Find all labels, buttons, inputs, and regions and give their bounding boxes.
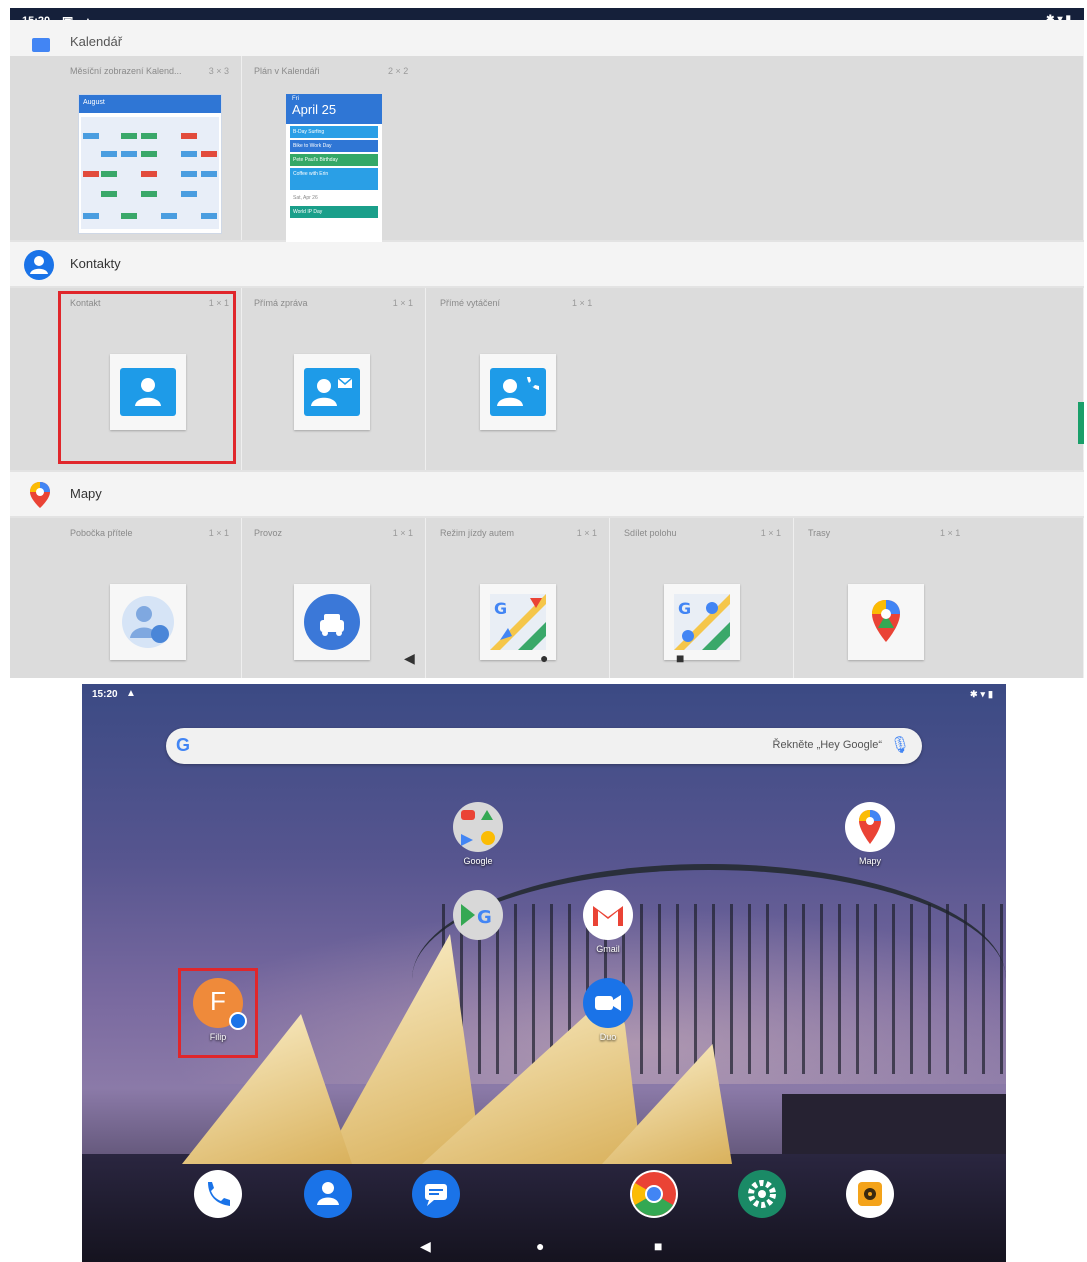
widget-size: 1 × 1 [576, 528, 597, 538]
widget-name: Měsíční zobrazení Kalend... [70, 66, 182, 76]
settings-app[interactable] [732, 1170, 792, 1218]
scrollbar-thumb[interactable] [1078, 402, 1084, 444]
widget-name: Trasy [808, 528, 831, 538]
contacts-section-title: Kontakty [70, 256, 121, 271]
agenda-event: Pete Paul's Birthday [290, 154, 378, 166]
widget-size: 1 × 1 [392, 298, 413, 308]
recents-button[interactable]: ■ [654, 1238, 662, 1254]
play-google-folder-icon: G [453, 890, 503, 940]
messages-icon [412, 1170, 460, 1218]
phone-icon [194, 1170, 242, 1218]
microphone-icon[interactable]: 🎙 [890, 735, 910, 755]
page: 15:20 ▣ ▲ ✱▾▮ Kalendář Měsíční zobrazení… [0, 0, 1087, 1262]
google-search-bar[interactable]: G Řekněte „Hey Google“ 🎙 [166, 728, 922, 764]
maps-pin-icon [30, 482, 50, 513]
google-folder-icon [453, 802, 503, 852]
agenda-date-divider: Sat, Apr 26 [290, 192, 378, 204]
contacts-section-header: Kontakty [10, 242, 1084, 286]
calendar-section-title: Kalendář [70, 34, 123, 49]
widget-size: 1 × 1 [392, 528, 413, 538]
maps-section-header: Mapy [10, 472, 1084, 516]
status-right-icons: ✱▾▮ [969, 689, 996, 699]
maps-app[interactable]: Mapy [840, 802, 900, 866]
widget-size: 1 × 1 [940, 528, 961, 538]
recents-button[interactable]: ■ [676, 650, 684, 666]
agenda-event: Coffee with Erin [290, 168, 378, 190]
widget-name: Plán v Kalendáři [254, 66, 320, 76]
play-google-folder[interactable]: G [448, 890, 508, 940]
svg-text:G: G [477, 907, 492, 928]
status-time: 15:20 [92, 689, 118, 700]
widget-size: 1 × 1 [208, 528, 229, 538]
widget-name: Přímé vytáčení [440, 298, 501, 308]
calendar-section-header: Kalendář [10, 20, 1084, 56]
wallpaper-bridge-lattice [442, 904, 1006, 1074]
widget-cell-direct-dial[interactable]: Přímé vytáčení 1 × 1 [426, 288, 1084, 470]
agenda-header: Fri April 25 [286, 94, 382, 124]
highlight-box-contact-shortcut [178, 968, 258, 1058]
app-label: Google [463, 856, 493, 866]
calendar-month-preview: August [78, 94, 222, 234]
direct-message-widget-icon [294, 354, 370, 430]
google-logo-icon: G [176, 735, 191, 755]
chrome-app[interactable] [624, 1170, 684, 1218]
month-grid [81, 117, 219, 229]
agenda-date: April 25 [292, 102, 337, 117]
svg-text:G: G [494, 599, 507, 618]
settings-icon [738, 1170, 786, 1218]
widget-size: 3 × 3 [208, 66, 229, 76]
music-icon [846, 1170, 894, 1218]
navigation-bar: ◀ ● ■ [82, 1232, 1006, 1262]
widget-picker-screen: 15:20 ▣ ▲ ✱▾▮ Kalendář Měsíční zobrazení… [10, 8, 1084, 678]
app-label: Mapy [858, 856, 881, 866]
home-button[interactable]: ● [536, 1238, 544, 1254]
back-button[interactable]: ◀ [404, 650, 415, 667]
svg-text:G: G [678, 599, 691, 618]
app-label: Duo [599, 1032, 617, 1042]
status-bar: 15:20 ▲ ✱▾▮ [82, 684, 1006, 706]
duo-video-icon [583, 978, 633, 1028]
search-hint: Řekněte „Hey Google“ [772, 739, 882, 751]
direct-dial-widget-icon [480, 354, 556, 430]
agenda-event: Bike to Work Day [290, 140, 378, 152]
calendar-agenda-preview: Fri April 25 B-Day Surfing Bike to Work … [286, 94, 382, 242]
navigation-bar: ◀ ● ■ [10, 640, 1084, 678]
agenda-event: World IP Day [290, 206, 378, 218]
gmail-icon [583, 890, 633, 940]
gmail-app[interactable]: Gmail [578, 890, 638, 954]
maps-section-title: Mapy [70, 486, 102, 501]
phone-app[interactable] [188, 1170, 248, 1218]
widget-name: Přímá zpráva [254, 298, 308, 308]
agenda-event: B-Day Surfing [290, 126, 378, 138]
widget-size: 2 × 2 [388, 66, 409, 76]
widget-size: 1 × 1 [760, 528, 781, 538]
back-button[interactable]: ◀ [420, 1238, 431, 1255]
contacts-app-icon [24, 250, 54, 280]
widget-cell-direct-message[interactable]: Přímá zpráva 1 × 1 [242, 288, 426, 470]
widget-name: Sdílet polohu [624, 528, 677, 538]
widget-name: Provoz [254, 528, 283, 538]
messages-app[interactable] [406, 1170, 466, 1218]
widget-size: 1 × 1 [572, 298, 593, 308]
duo-app[interactable]: Duo [578, 978, 638, 1042]
month-header: August [79, 95, 221, 113]
widget-name: Pobočka přítele [70, 528, 133, 538]
widget-name: Režim jízdy autem [440, 528, 515, 538]
calendar-icon [32, 38, 50, 52]
highlight-box-contact-widget [58, 291, 236, 464]
google-folder[interactable]: Google [448, 802, 508, 866]
dock [82, 1170, 1006, 1232]
contacts-icon [304, 1170, 352, 1218]
maps-icon [845, 802, 895, 852]
home-button[interactable]: ● [540, 650, 548, 666]
music-app[interactable] [840, 1170, 900, 1218]
chrome-icon [630, 1170, 678, 1218]
contacts-app[interactable] [298, 1170, 358, 1218]
warning-icon: ▲ [126, 688, 136, 699]
app-label: Gmail [596, 944, 620, 954]
home-screen: 15:20 ▲ ✱▾▮ G Řekněte „Hey Google“ 🎙 Goo… [82, 684, 1006, 1262]
